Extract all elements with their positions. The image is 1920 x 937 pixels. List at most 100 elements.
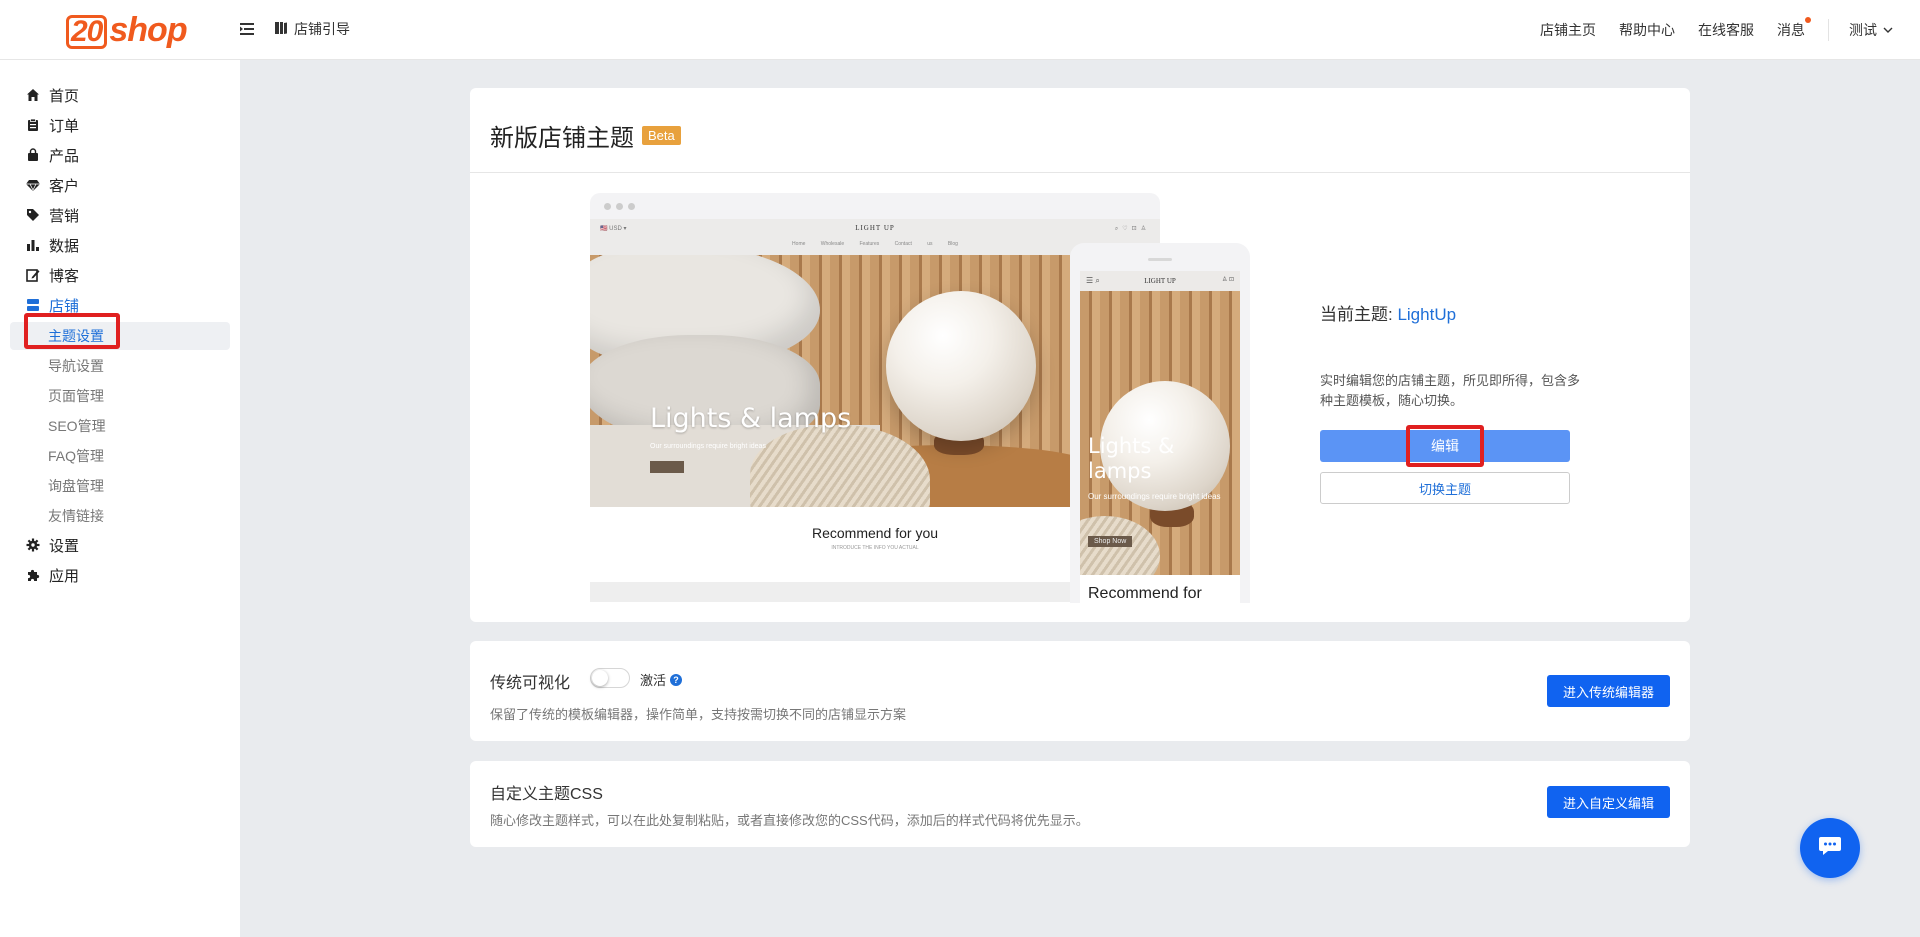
order-icon (25, 117, 41, 133)
store-guide-label: 店铺引导 (294, 21, 350, 37)
beta-badge: Beta (642, 126, 681, 145)
messages-link[interactable]: 消息 (1777, 17, 1811, 40)
mobile-hero-image: Lights & lamps Our surroundings require … (1080, 291, 1240, 575)
sub-item-faq-management[interactable]: FAQ管理 (10, 442, 230, 470)
divider (470, 172, 1690, 173)
menu-toggle-icon[interactable] (238, 20, 256, 38)
mobile-site-logo: LIGHT UP (1144, 277, 1176, 285)
home-icon (25, 87, 41, 103)
toggle-knob (592, 670, 608, 686)
edit-theme-button[interactable]: 编辑 (1320, 430, 1570, 462)
theme-description: 实时编辑您的店铺主题，所见即所得，包含多种主题模板，随心切换。 (1320, 373, 1581, 408)
sidebar-item-store[interactable]: 店铺 (0, 293, 240, 317)
sidebar-item-label: 营销 (49, 207, 80, 225)
page-title: 新版店铺主题 (490, 125, 634, 152)
sidebar-item-label: 客户 (49, 177, 80, 195)
current-theme-label: 当前主题: (1320, 305, 1398, 324)
mobile-preview: ☰ ⌕ LIGHT UP ♙ ⊡ Lights & lamps Our surr… (1070, 243, 1250, 603)
switch-theme-button[interactable]: 切换主题 (1320, 472, 1570, 504)
sidebar-item-label: 产品 (49, 147, 80, 165)
sidebar-item-blog[interactable]: 博客 (0, 263, 240, 287)
sidebar-item-label: 数据 (49, 237, 80, 255)
online-service-link[interactable]: 在线客服 (1698, 20, 1754, 40)
sidebar-item-customers[interactable]: 客户 (0, 173, 240, 197)
sub-item-label: 主题设置 (48, 328, 104, 344)
theme-card: 新版店铺主题 Beta 🇺🇸 USD ▾ LIGHT UP Home Whole… (470, 88, 1690, 622)
preview-hero-title: Lights & lamps (650, 403, 852, 434)
sub-item-friend-links[interactable]: 友情链接 (10, 502, 230, 530)
logo[interactable]: 20 shop (66, 10, 188, 50)
mobile-site-header: ☰ ⌕ LIGHT UP ♙ ⊡ (1080, 271, 1240, 291)
gear-icon (25, 537, 41, 553)
sidebar-item-marketing[interactable]: 营销 (0, 203, 240, 227)
mobile-hero-title: Lights & lamps (1088, 434, 1175, 483)
sidebar: 首页 订单 产品 客户 营销 数据 博客 店铺 主题设置 导航设置 页面管理 S… (0, 60, 240, 937)
browser-bar (590, 193, 1160, 219)
theme-card-header: 新版店铺主题 Beta (490, 118, 681, 153)
preview-header-icons: ⌕♡⊡♙ (1114, 226, 1150, 232)
bag-icon (25, 147, 41, 163)
sidebar-item-label: 首页 (49, 87, 80, 105)
lamp-globe-shape (886, 291, 1036, 441)
user-menu[interactable]: 测试 (1849, 20, 1893, 40)
messages-label: 消息 (1777, 22, 1805, 38)
sub-item-label: FAQ管理 (48, 448, 105, 464)
sub-item-seo-management[interactable]: SEO管理 (10, 412, 230, 440)
preview-hero-button (650, 461, 684, 473)
user-name: 测试 (1849, 22, 1877, 38)
logo-prefix: 20 (66, 14, 108, 49)
store-guide-link[interactable]: 店铺引导 (274, 19, 350, 39)
window-dot (616, 202, 623, 210)
sub-item-page-management[interactable]: 页面管理 (10, 382, 230, 410)
legacy-editor-title: 传统可视化 (490, 675, 571, 692)
mobile-hero-subtitle: Our surroundings require bright ideas (1088, 492, 1221, 501)
enter-legacy-editor-button[interactable]: 进入传统编辑器 (1546, 675, 1670, 707)
preview-hero-subtitle: Our surroundings require bright ideas (650, 443, 766, 450)
sub-item-label: 页面管理 (48, 388, 104, 404)
sub-item-inquiry-management[interactable]: 询盘管理 (10, 472, 230, 500)
sub-item-theme-settings[interactable]: 主题设置 (10, 322, 230, 350)
sidebar-item-products[interactable]: 产品 (0, 143, 240, 167)
top-nav: 店铺主页 帮助中心 在线客服 消息 测试 (1540, 0, 1920, 60)
store-icon (25, 297, 41, 313)
sidebar-item-data[interactable]: 数据 (0, 233, 240, 257)
legacy-editor-card: 传统可视化 激活 ? 保留了传统的模板编辑器，操作简单，支持按需切换不同的店铺显… (470, 641, 1690, 741)
sidebar-item-label: 店铺 (49, 297, 80, 315)
puzzle-icon (25, 567, 41, 583)
sub-item-nav-settings[interactable]: 导航设置 (10, 352, 230, 380)
sidebar-item-home[interactable]: 首页 (0, 83, 240, 107)
legacy-editor-description: 保留了传统的模板编辑器，操作简单，支持按需切换不同的店铺显示方案 (490, 707, 907, 722)
bar-chart-icon (25, 237, 41, 253)
book-icon (274, 21, 288, 38)
activate-toggle[interactable] (590, 668, 630, 688)
help-icon[interactable]: ? (670, 673, 683, 686)
activate-label: 激活 (640, 673, 667, 688)
sub-item-label: 导航设置 (48, 358, 104, 374)
sub-item-label: 询盘管理 (48, 478, 104, 494)
sidebar-item-label: 博客 (49, 267, 80, 285)
mobile-header-icons: ♙ ⊡ (1221, 277, 1234, 283)
store-home-link[interactable]: 店铺主页 (1540, 20, 1596, 40)
custom-css-title: 自定义主题CSS (490, 786, 603, 803)
mobile-recommend-title: Recommend for (1088, 585, 1202, 602)
sidebar-item-apps[interactable]: 应用 (0, 563, 240, 587)
current-theme-name[interactable]: LightUp (1397, 305, 1456, 324)
mobile-shop-button: Shop Now (1088, 536, 1133, 547)
blanket-shape (750, 425, 930, 507)
sidebar-item-settings[interactable]: 设置 (0, 533, 240, 557)
sidebar-item-label: 应用 (49, 567, 80, 585)
chat-button[interactable] (1800, 818, 1860, 878)
help-center-link[interactable]: 帮助中心 (1619, 20, 1675, 40)
unread-dot (1805, 17, 1811, 23)
divider (1828, 19, 1829, 41)
preview-site-logo: LIGHT UP (855, 224, 895, 232)
top-header: 20 shop 店铺引导 店铺主页 帮助中心 在线客服 消息 测试 (0, 0, 1920, 60)
custom-css-card: 自定义主题CSS 随心修改主题样式，可以在此处复制粘贴，或者直接修改您的CSS代… (470, 761, 1690, 847)
enter-custom-editor-button[interactable]: 进入自定义编辑 (1546, 786, 1670, 818)
phone-speaker (1148, 258, 1172, 261)
sidebar-item-orders[interactable]: 订单 (0, 113, 240, 137)
edit-icon (25, 267, 41, 283)
tag-icon (25, 207, 41, 223)
logo-text: shop (109, 10, 187, 49)
mobile-recommend-section: Recommend for (1080, 575, 1240, 603)
